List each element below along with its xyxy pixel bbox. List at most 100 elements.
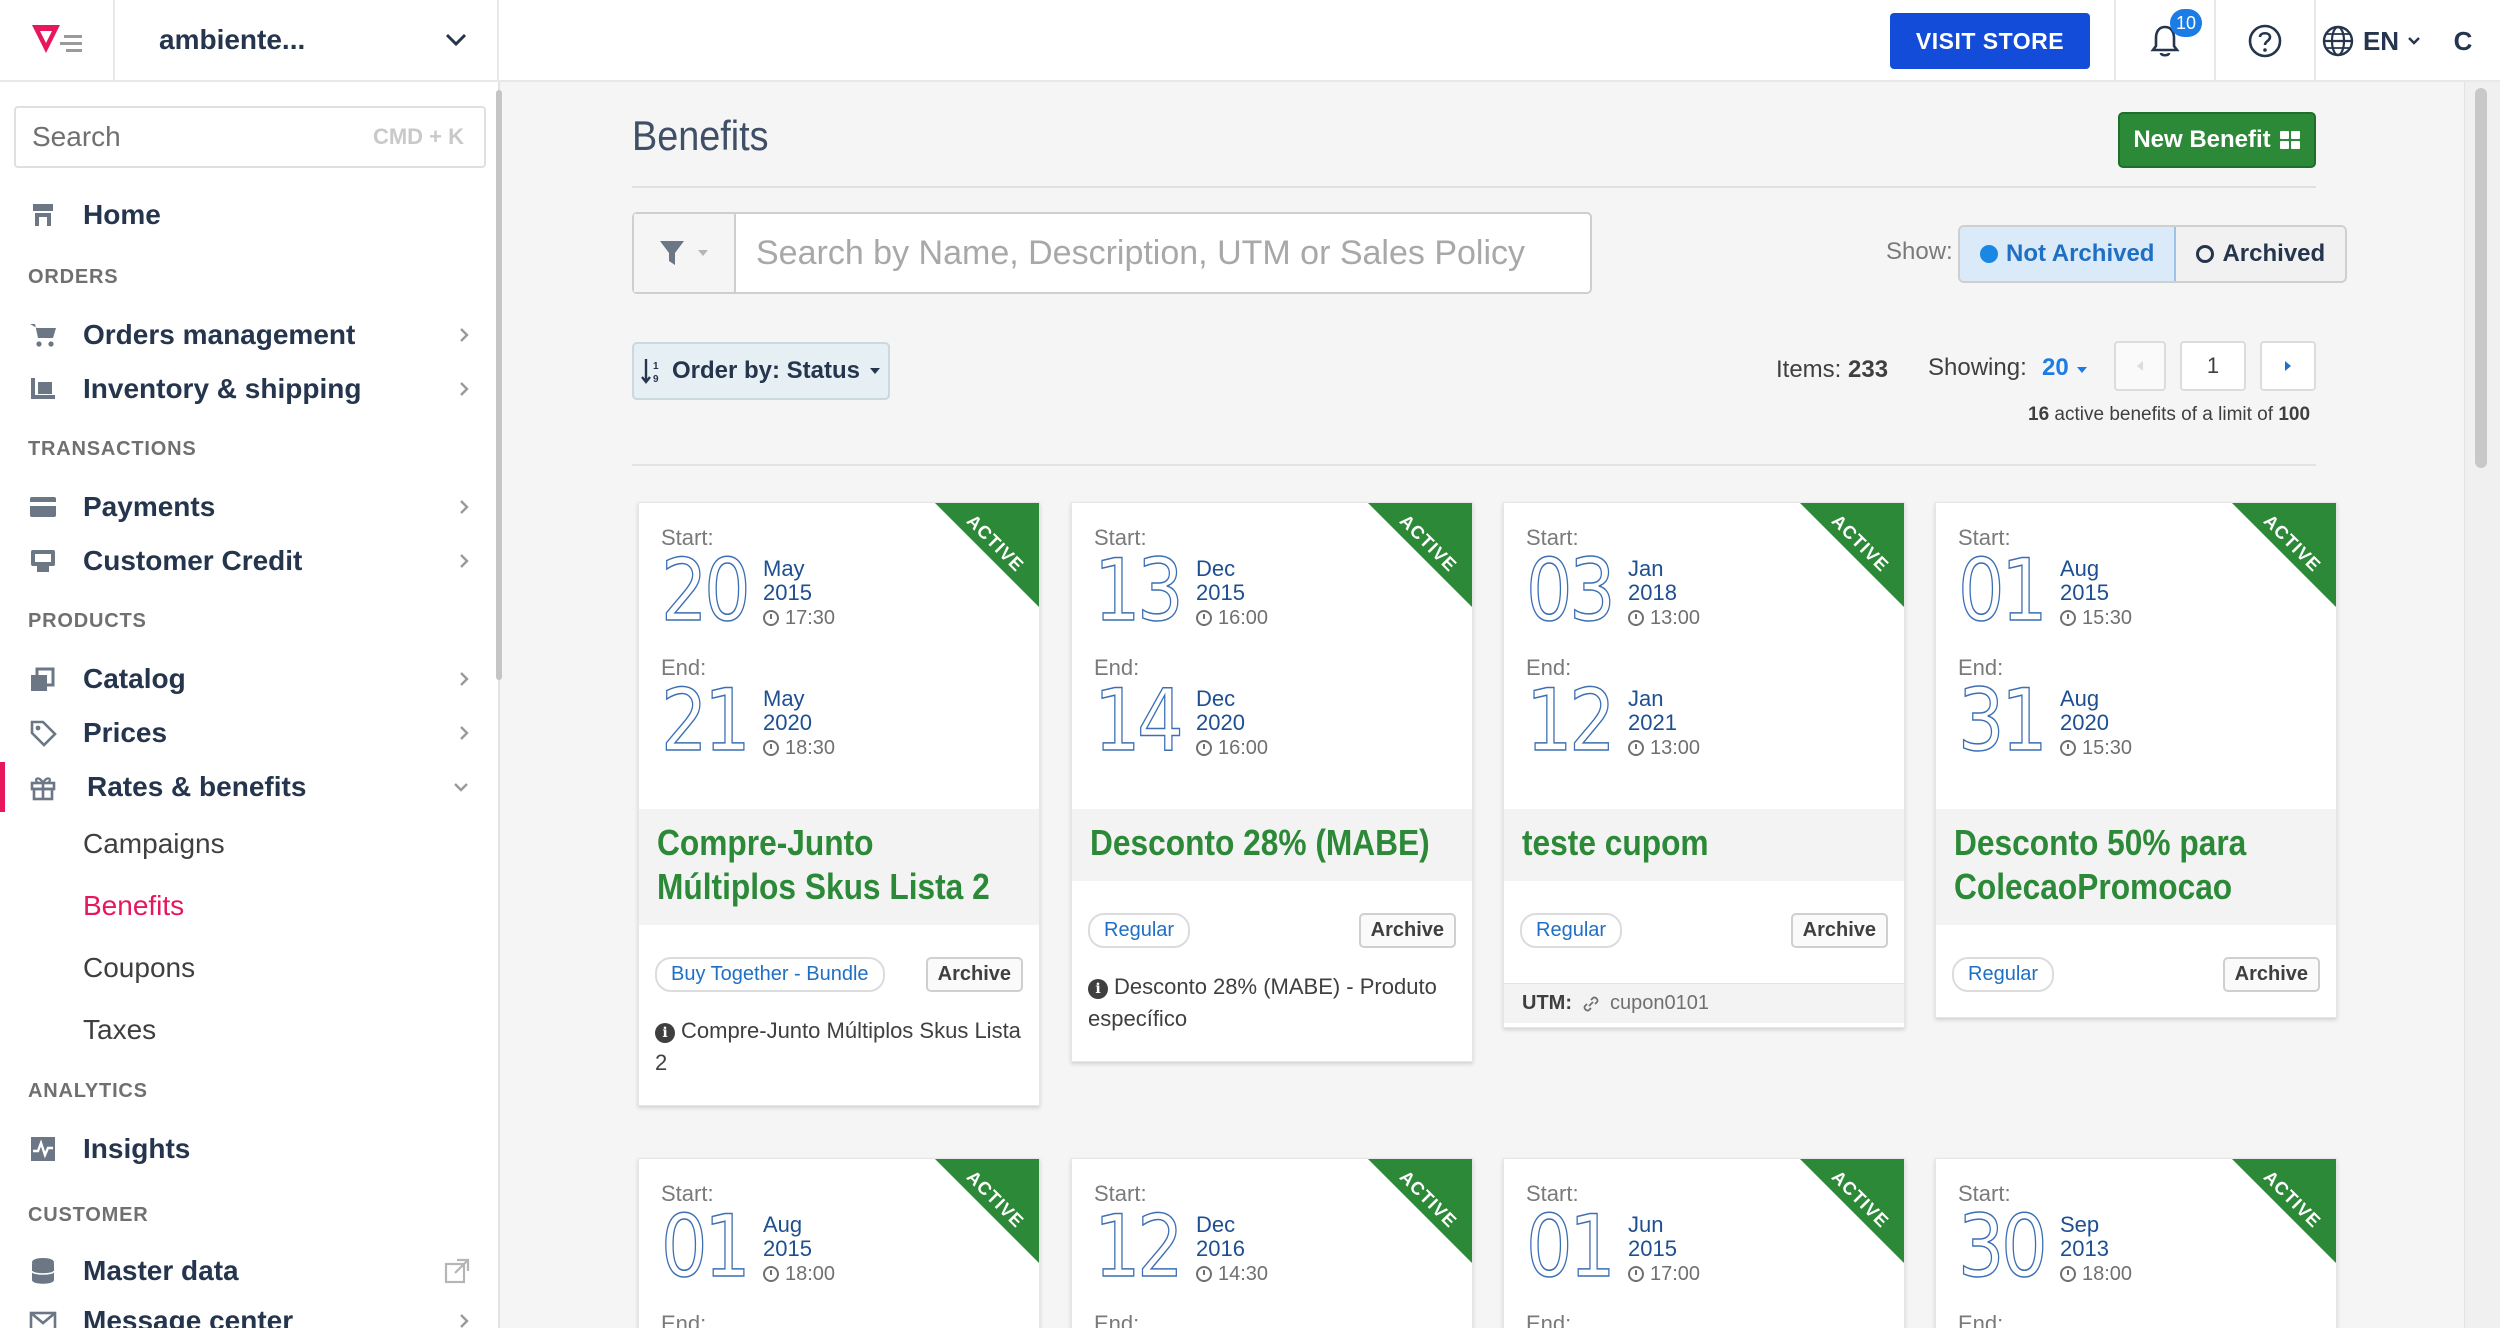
start-day: 01 <box>660 1197 751 1297</box>
end-day: 21 <box>660 671 751 771</box>
sidebar-item-label: Master data <box>83 1255 239 1286</box>
language-selector[interactable]: EN <box>2314 0 2426 82</box>
benefit-card[interactable]: ACTIVE Start: 13 Dec 2015 16:00 End: 14 De… <box>1071 502 1473 1062</box>
page-size-value: 20 <box>2042 354 2069 381</box>
start-day: 12 <box>1093 1197 1184 1297</box>
card-title-line2[interactable]: Múltiplos Skus Lista 2 <box>657 865 990 909</box>
help-button[interactable] <box>2214 0 2314 82</box>
main-scrollbar-thumb[interactable] <box>2475 88 2487 468</box>
card-title[interactable]: teste cupom <box>1522 821 1842 865</box>
sidebar-search-input[interactable]: Search CMD + K <box>14 106 486 168</box>
sidebar-item-label: Inventory & shipping <box>83 373 362 404</box>
start-year: 2016 <box>1196 1236 1245 1261</box>
sidebar-item-orders-management[interactable]: Orders management <box>0 310 498 360</box>
new-benefit-button[interactable]: New Benefit <box>2118 112 2316 168</box>
sidebar-item-payments[interactable]: Payments <box>0 482 498 532</box>
sidebar-item-message-center[interactable]: Message center <box>0 1296 498 1328</box>
sidebar-item-rates-benefits[interactable]: Rates & benefits <box>0 762 498 812</box>
start-year: 2013 <box>2060 1236 2109 1261</box>
active-ribbon: ACTIVE <box>1368 1159 1472 1263</box>
benefit-card[interactable]: ACTIVE Start: 01 Jun 2015 17:00 End: <box>1503 1158 1905 1328</box>
start-time: 17:30 <box>763 605 835 631</box>
card-description-text: Desconto 28% (MABE) - Produto específico <box>1088 974 1437 1031</box>
start-time-value: 16:00 <box>1218 607 1269 629</box>
user-avatar[interactable]: C <box>2426 0 2500 82</box>
card-title-band: teste cupom <box>1504 809 1904 881</box>
archive-button[interactable]: Archive <box>1790 913 1888 948</box>
chevron-right-icon <box>460 328 469 342</box>
sidebar-subitem-campaigns[interactable]: Campaigns <box>83 828 225 860</box>
card-title-line2[interactable]: ColecaoPromocao <box>1954 865 2274 909</box>
start-day: 01 <box>1525 1197 1616 1297</box>
card-title[interactable]: Compre-Junto <box>657 821 977 865</box>
page-size-dropdown[interactable]: 20 <box>2042 354 2089 382</box>
benefit-card[interactable]: ACTIVE Start: 01 Aug 2015 18:00 End: <box>638 1158 1040 1328</box>
notifications-button[interactable]: 10 <box>2114 0 2214 82</box>
benefit-card[interactable]: ACTIVE Start: 30 Sep 2013 18:00 End: <box>1935 1158 2337 1328</box>
sidebar-item-prices[interactable]: Prices <box>0 708 498 758</box>
filter-dropdown-button[interactable] <box>634 214 736 292</box>
benefit-card[interactable]: ACTIVE Start: 03 Jan 2018 13:00 End: 12 Ja… <box>1503 502 1905 1028</box>
archive-button[interactable]: Archive <box>2222 957 2320 992</box>
archived-option[interactable]: Archived <box>2176 227 2346 281</box>
info-icon: i <box>1088 979 1108 999</box>
sidebar-subitem-benefits[interactable]: Benefits <box>83 890 184 922</box>
end-year: 2020 <box>2060 710 2109 735</box>
sidebar: Search CMD + K Home ORDERS Orders manage… <box>0 82 502 1328</box>
sidebar-subitem-coupons[interactable]: Coupons <box>83 952 195 984</box>
benefits-search-input[interactable]: Search by Name, Description, UTM or Sale… <box>736 214 1590 292</box>
end-year: 2020 <box>763 710 812 735</box>
credit-card-icon <box>28 492 58 522</box>
caret-down-icon <box>2077 367 2088 373</box>
sidebar-item-label: Prices <box>83 717 168 748</box>
chevron-right-icon <box>460 500 469 514</box>
sidebar-item-insights[interactable]: Insights <box>0 1124 498 1174</box>
visit-store-button[interactable]: VISIT STORE <box>1890 13 2090 69</box>
card-title[interactable]: Desconto 28% (MABE) <box>1090 821 1430 865</box>
benefit-card[interactable]: ACTIVE Start: 20 May 2015 17:30 End: 21 Ma… <box>638 502 1040 1106</box>
start-day: 01 <box>1957 541 2048 641</box>
end-time: 15:30 <box>2060 735 2132 761</box>
sidebar-item-customer-credit[interactable]: Customer Credit <box>0 536 498 586</box>
start-year: 2015 <box>2060 580 2109 605</box>
clock-icon <box>763 1266 779 1282</box>
sidebar-item-master-data[interactable]: Master data <box>0 1246 498 1296</box>
page-number-input[interactable]: 1 <box>2180 341 2246 391</box>
caret-right-icon <box>2285 361 2291 371</box>
start-day: 03 <box>1525 541 1616 641</box>
catalog-icon <box>28 664 58 694</box>
benefit-card[interactable]: ACTIVE Start: 12 Dec 2016 14:30 End: <box>1071 1158 1473 1328</box>
start-month: Aug <box>2060 556 2100 581</box>
account-switcher[interactable]: ambiente... <box>115 0 499 81</box>
utm-label: UTM: <box>1522 992 1572 1014</box>
chevron-down-icon <box>454 783 468 792</box>
limit-active: 16 <box>2028 404 2050 425</box>
section-customer: CUSTOMER <box>28 1204 149 1226</box>
radio-selected-icon <box>1980 245 1998 263</box>
end-date: End: <box>1958 1311 2003 1328</box>
card-description-text: Compre-Junto Múltiplos Skus Lista 2 <box>655 1018 1021 1075</box>
start-time-value: 15:30 <box>2082 607 2133 629</box>
archive-button[interactable]: Archive <box>925 957 1023 992</box>
sidebar-item-catalog[interactable]: Catalog <box>0 654 498 704</box>
sidebar-item-inventory-shipping[interactable]: Inventory & shipping <box>0 364 498 414</box>
sidebar-item-home[interactable]: Home <box>0 190 498 240</box>
order-by-dropdown[interactable]: 19 Order by: Status <box>632 342 890 400</box>
not-archived-option[interactable]: Not Archived <box>1960 227 2177 281</box>
card-title[interactable]: Desconto 50% para <box>1954 821 2274 865</box>
end-day: 14 <box>1093 671 1184 771</box>
previous-page-button[interactable] <box>2114 341 2166 391</box>
title-divider <box>632 186 2316 188</box>
start-time-value: 17:00 <box>1650 1263 1701 1285</box>
end-label: End: <box>1958 1311 2004 1328</box>
start-date: Start: 20 May 2015 17:30 <box>660 525 835 635</box>
clock-icon <box>763 740 779 756</box>
start-year: 2015 <box>763 580 812 605</box>
vtex-logo[interactable] <box>0 0 115 81</box>
vtex-logo-icon <box>31 25 82 53</box>
benefit-card[interactable]: ACTIVE Start: 01 Aug 2015 15:30 End: 31 Au… <box>1935 502 2337 1018</box>
archive-button[interactable]: Archive <box>1358 913 1456 948</box>
sidebar-subitem-taxes[interactable]: Taxes <box>83 1014 156 1046</box>
end-day: 12 <box>1525 671 1616 771</box>
next-page-button[interactable] <box>2260 341 2316 391</box>
